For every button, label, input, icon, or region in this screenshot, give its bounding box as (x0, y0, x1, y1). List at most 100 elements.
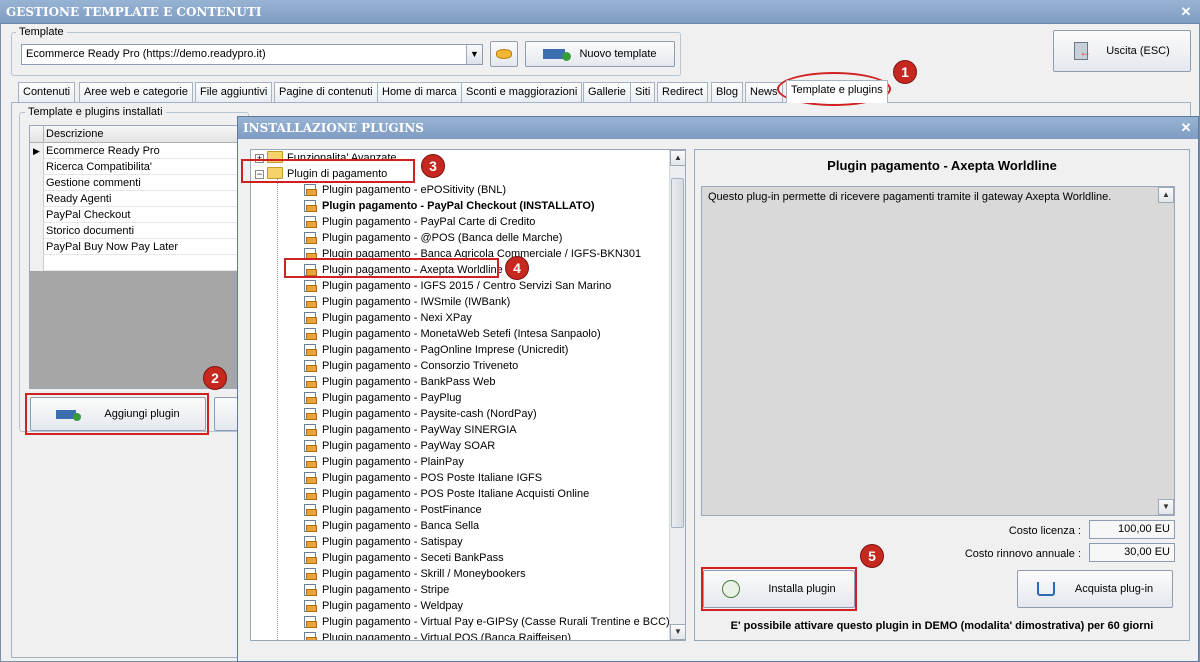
tab-news[interactable]: News (745, 82, 783, 102)
tree-scrollbar[interactable]: ▲ ▼ (669, 150, 685, 640)
plugin-icon (303, 231, 316, 243)
window-titlebar: GESTIONE TEMPLATE E CONTENUTI ✕ (0, 0, 1200, 24)
tree-item-plugin[interactable]: Plugin pagamento - Satispay (303, 534, 463, 550)
plugin-icon (303, 439, 316, 451)
tab-aree-web[interactable]: Aree web e categorie (79, 82, 193, 102)
plugin-icon (303, 535, 316, 547)
tree-item-label: Plugin pagamento - Seceti BankPass (322, 552, 504, 564)
license-value: 100,00 EU (1089, 520, 1175, 539)
tree-item-plugin[interactable]: Plugin pagamento - ePOSitivity (BNL) (303, 182, 506, 198)
table-row[interactable]: PayPal Checkout (30, 207, 248, 223)
buy-plugin-button[interactable]: Acquista plug-in (1017, 570, 1173, 608)
plugin-icon (303, 279, 316, 291)
template-select-value: Ecommerce Ready Pro (https://demo.readyp… (26, 48, 266, 60)
tab-home-marca[interactable]: Home di marca (377, 82, 462, 102)
table-row[interactable]: PayPal Buy Now Pay Later (30, 239, 248, 255)
tree-guide-line (277, 178, 278, 641)
new-template-label: Nuovo template (579, 48, 656, 60)
tree-item-plugin[interactable]: Plugin pagamento - Consorzio Triveneto (303, 358, 518, 374)
tree-item-label: Plugin pagamento - Weldpay (322, 600, 463, 612)
tree-item-plugin[interactable]: Plugin pagamento - PayWay SOAR (303, 438, 495, 454)
description-box[interactable]: Questo plug-in permette di ricevere paga… (701, 186, 1175, 516)
scroll-thumb[interactable] (671, 178, 684, 528)
step-badge-4: 4 (505, 256, 529, 280)
plugin-tree[interactable]: +Funzionalita' Avanzate −Plugin di pagam… (250, 149, 686, 641)
tab-siti[interactable]: Siti (630, 82, 655, 102)
tree-item-plugin[interactable]: Plugin pagamento - BankPass Web (303, 374, 495, 390)
tab-pagine-contenuti[interactable]: Pagine di contenuti (274, 82, 378, 102)
scroll-up-icon[interactable]: ▲ (670, 150, 686, 166)
tree-item-plugin[interactable]: Plugin pagamento - PostFinance (303, 502, 482, 518)
chevron-down-icon[interactable]: ▼ (466, 45, 482, 64)
database-button[interactable] (490, 41, 518, 67)
tree-item-plugin[interactable]: Plugin pagamento - PayPal Checkout (INST… (303, 198, 595, 214)
close-icon[interactable]: ✕ (1178, 4, 1194, 20)
plugin-icon (303, 455, 316, 467)
renewal-label: Costo rinnovo annuale : (925, 548, 1081, 560)
highlight-add-plugin (25, 393, 209, 435)
dialog-titlebar: INSTALLAZIONE PLUGINS ✕ (238, 117, 1198, 139)
tree-item-label: Plugin pagamento - PayPlug (322, 392, 461, 404)
tree-item-plugin[interactable]: Plugin pagamento - PayWay SINERGIA (303, 422, 517, 438)
scroll-down-icon[interactable]: ▼ (670, 624, 686, 640)
tree-item-plugin[interactable]: Plugin pagamento - POS Poste Italiane Ac… (303, 486, 589, 502)
exit-label: Uscita (ESC) (1106, 45, 1170, 57)
tab-template-plugins[interactable]: Template e plugins (786, 80, 888, 103)
tree-item-plugin[interactable]: Plugin pagamento - PlainPay (303, 454, 464, 470)
tab-sconti[interactable]: Sconti e maggiorazioni (461, 82, 582, 102)
database-icon (496, 49, 512, 59)
installed-grid[interactable]: Descrizione ▶Ecommerce Ready Pro Ricerca… (29, 125, 249, 389)
tab-file-aggiuntivi[interactable]: File aggiuntivi (195, 82, 272, 102)
tree-item-plugin[interactable]: Plugin pagamento - POS Poste Italiane IG… (303, 470, 542, 486)
tree-item-label: Plugin pagamento - PayPal Checkout (INST… (322, 200, 595, 212)
tree-item-plugin[interactable]: Plugin pagamento - PayPal Carte di Credi… (303, 214, 535, 230)
tree-item-plugin[interactable]: Plugin pagamento - Weldpay (303, 598, 463, 614)
table-row[interactable]: Gestione commenti (30, 175, 248, 191)
tab-contenuti[interactable]: Contenuti (18, 82, 75, 102)
table-row[interactable]: Ricerca Compatibilita' (30, 159, 248, 175)
plugin-icon (303, 583, 316, 595)
tree-item-plugin[interactable]: Plugin pagamento - IGFS 2015 / Centro Se… (303, 278, 611, 294)
desc-scroll-down-icon[interactable]: ▼ (1158, 499, 1174, 515)
table-row[interactable]: ▶Ecommerce Ready Pro (30, 143, 248, 159)
tree-item-plugin[interactable]: Plugin pagamento - Banca Sella (303, 518, 479, 534)
tree-item-plugin[interactable]: Plugin pagamento - IWSmile (IWBank) (303, 294, 510, 310)
table-row[interactable] (30, 255, 248, 271)
tree-item-label: Plugin pagamento - PlainPay (322, 456, 464, 468)
highlight-install (701, 567, 857, 611)
plugin-icon (303, 327, 316, 339)
tree-item-plugin[interactable]: Plugin pagamento - Skrill / Moneybookers (303, 566, 526, 582)
plugin-icon (303, 359, 316, 371)
column-header-descrizione[interactable]: Descrizione (44, 126, 103, 142)
plugin-icon (303, 215, 316, 227)
template-select[interactable]: Ecommerce Ready Pro (https://demo.readyp… (21, 44, 483, 65)
plugin-icon (303, 631, 316, 641)
table-row[interactable]: Storico documenti (30, 223, 248, 239)
step-badge-2: 2 (203, 366, 227, 390)
tree-item-label: Plugin pagamento - Stripe (322, 584, 449, 596)
tab-redirect[interactable]: Redirect (657, 82, 708, 102)
plugin-icon (303, 183, 316, 195)
tree-item-plugin[interactable]: Plugin pagamento - @POS (Banca delle Mar… (303, 230, 562, 246)
tree-item-plugin[interactable]: Plugin pagamento - PayPlug (303, 390, 461, 406)
plugin-icon (303, 407, 316, 419)
new-template-button[interactable]: Nuovo template (525, 41, 675, 67)
tree-item-plugin[interactable]: Plugin pagamento - Seceti BankPass (303, 550, 504, 566)
tree-item-plugin[interactable]: Plugin pagamento - Paysite-cash (NordPay… (303, 406, 537, 422)
tree-item-plugin[interactable]: Plugin pagamento - Stripe (303, 582, 449, 598)
table-row[interactable]: Ready Agenti (30, 191, 248, 207)
exit-button[interactable]: ← Uscita (ESC) (1053, 30, 1191, 72)
desc-scroll-up-icon[interactable]: ▲ (1158, 187, 1174, 203)
tree-item-plugin[interactable]: Plugin pagamento - Nexi XPay (303, 310, 472, 326)
tab-gallerie[interactable]: Gallerie (583, 82, 631, 102)
tree-item-label: Plugin pagamento - Consorzio Triveneto (322, 360, 518, 372)
tab-blog[interactable]: Blog (711, 82, 743, 102)
tree-item-plugin[interactable]: Plugin pagamento - MonetaWeb Setefi (Int… (303, 326, 601, 342)
tree-item-plugin[interactable]: Plugin pagamento - Virtual Pay e-GIPSy (… (303, 614, 670, 630)
detail-title: Plugin pagamento - Axepta Worldline (695, 158, 1189, 173)
plugin-icon (303, 311, 316, 323)
tree-item-plugin[interactable]: Plugin pagamento - Virtual POS (Banca Ra… (303, 630, 571, 641)
dialog-close-icon[interactable]: ✕ (1178, 120, 1194, 136)
tree-item-plugin[interactable]: Plugin pagamento - PagOnline Imprese (Un… (303, 342, 568, 358)
highlight-folder (241, 159, 415, 183)
